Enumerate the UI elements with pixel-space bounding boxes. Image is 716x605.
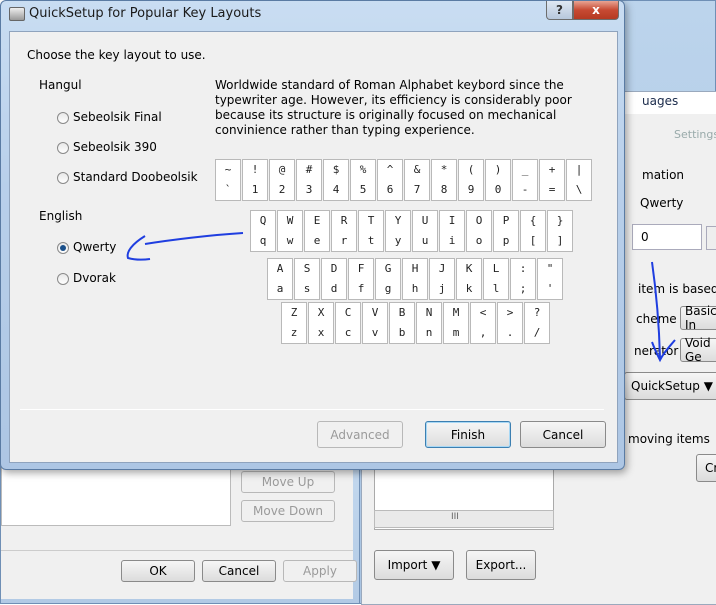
annotation-arrow-left <box>126 232 244 261</box>
annotation-overlay <box>126 232 676 363</box>
annotation-arrow-down <box>651 261 676 363</box>
